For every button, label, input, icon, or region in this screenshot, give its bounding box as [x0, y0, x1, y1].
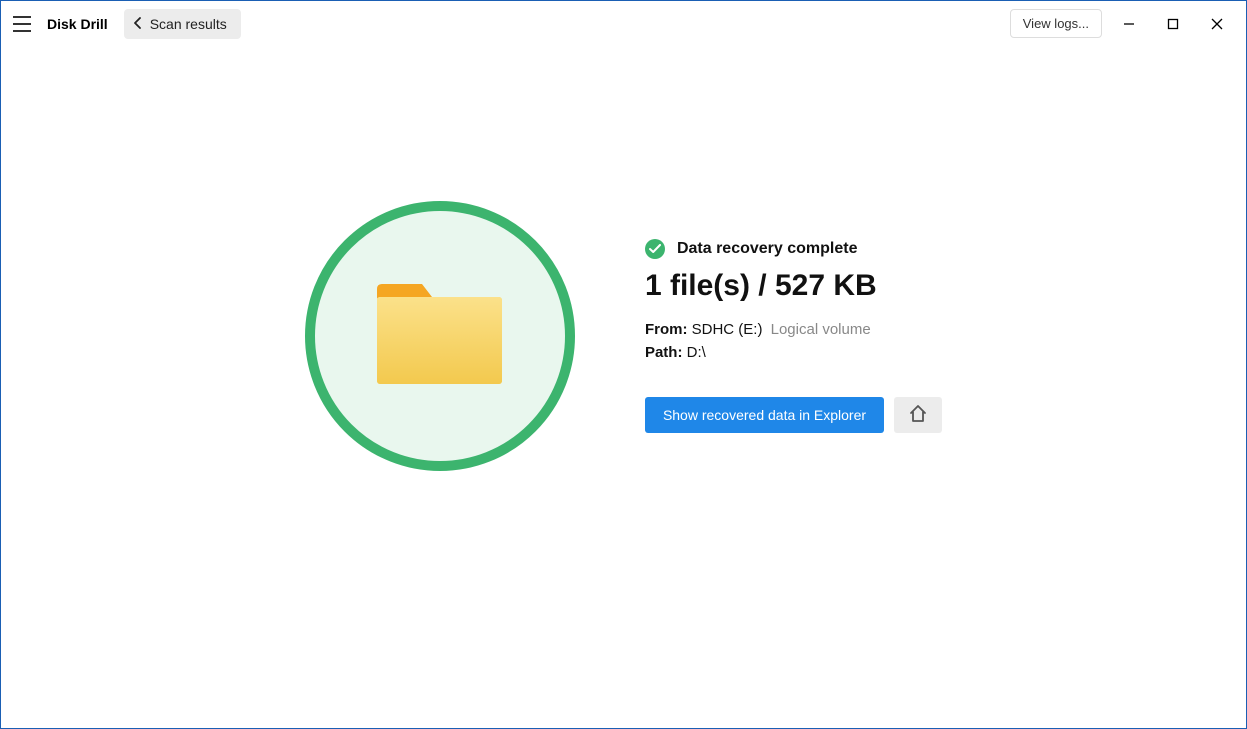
meta-path: Path: D:\: [645, 344, 942, 361]
maximize-button[interactable]: [1164, 15, 1182, 33]
check-icon: [645, 239, 665, 259]
status-message: Data recovery complete: [677, 240, 858, 258]
scan-results-button[interactable]: Scan results: [124, 9, 241, 39]
main-content: Data recovery complete 1 file(s) / 527 K…: [1, 46, 1246, 728]
show-in-explorer-button[interactable]: Show recovered data in Explorer: [645, 397, 884, 433]
meta-from: From: SDHC (E:) Logical volume: [645, 321, 942, 338]
scan-results-label: Scan results: [150, 16, 227, 32]
result-headline: 1 file(s) / 527 KB: [645, 269, 942, 303]
folder-illustration: [305, 201, 575, 471]
chevron-left-icon: [134, 16, 142, 32]
status-row: Data recovery complete: [645, 239, 942, 259]
from-label: From:: [645, 321, 688, 338]
folder-icon: [372, 279, 507, 394]
path-label: Path:: [645, 344, 683, 361]
minimize-button[interactable]: [1120, 15, 1138, 33]
actions-row: Show recovered data in Explorer: [645, 397, 942, 433]
from-type: Logical volume: [771, 321, 871, 338]
home-button[interactable]: [894, 397, 942, 433]
menu-button[interactable]: [13, 13, 35, 35]
home-icon: [908, 404, 928, 427]
content-row: Data recovery complete 1 file(s) / 527 K…: [305, 201, 942, 471]
close-button[interactable]: [1208, 15, 1226, 33]
window-controls: [1120, 15, 1238, 33]
header-bar: Disk Drill Scan results View logs...: [1, 1, 1246, 46]
view-logs-button[interactable]: View logs...: [1010, 9, 1102, 38]
path-value: D:\: [687, 344, 706, 361]
app-title: Disk Drill: [47, 16, 108, 32]
from-value: SDHC (E:): [692, 321, 763, 338]
info-panel: Data recovery complete 1 file(s) / 527 K…: [645, 239, 942, 433]
